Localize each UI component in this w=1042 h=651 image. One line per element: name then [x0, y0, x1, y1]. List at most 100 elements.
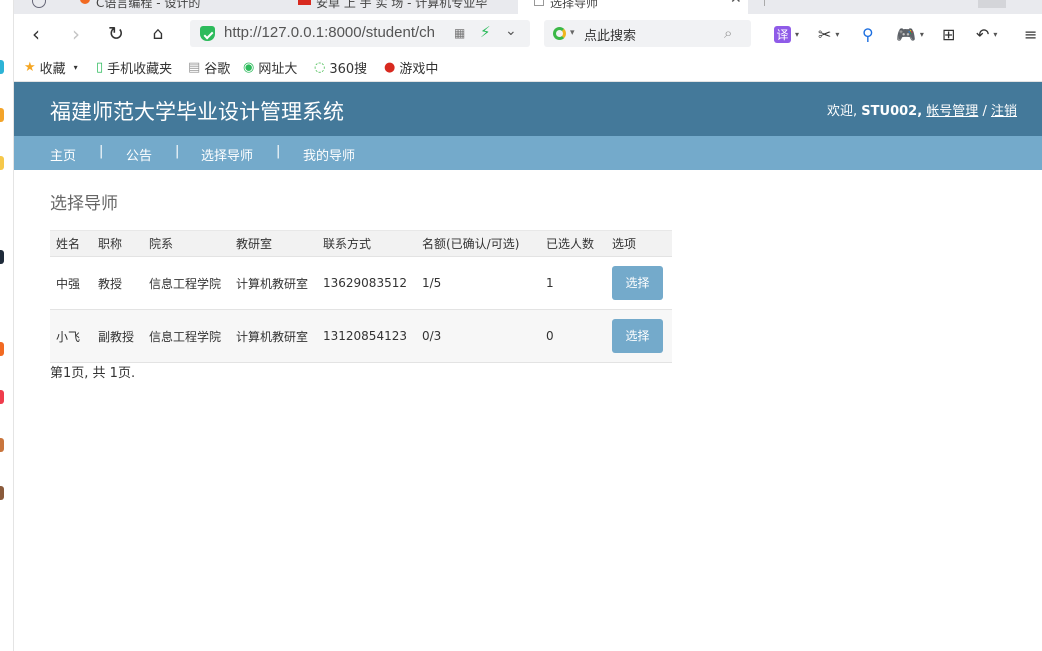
tutor-selected-count: 0 — [540, 309, 606, 363]
qr-code-icon[interactable]: ▦ — [454, 26, 465, 40]
menu-item-my-tutor[interactable]: 我的导师 — [303, 145, 355, 164]
column-header: 姓名 — [50, 230, 92, 257]
shield-icon — [200, 26, 215, 41]
side-app-icon[interactable] — [0, 60, 4, 74]
bookmark-label: 谷歌 — [204, 62, 231, 77]
side-app-icon[interactable] — [0, 486, 4, 500]
chevron-left-icon: ‹ — [32, 22, 40, 46]
select-tutor-button[interactable]: 选择 — [612, 266, 663, 300]
home-icon: ⌂ — [152, 24, 164, 44]
tutor-phone: 13629083512 — [317, 256, 416, 310]
url-input[interactable]: http://127.0.0.1:8000/student/ch — [224, 24, 438, 41]
menu-item-notice[interactable]: 公告 — [126, 145, 152, 164]
tab-label: 安卓 上 手 实 场 - 计算机专业毕 — [316, 0, 488, 10]
star-icon: ★ — [24, 60, 36, 75]
tutor-quota: 1/5 — [416, 256, 540, 310]
search-engine-logo-icon[interactable] — [553, 27, 566, 40]
column-header: 院系 — [143, 230, 230, 257]
side-app-icon[interactable] — [0, 156, 4, 170]
bookmark-games[interactable]: ● 游戏中 — [384, 58, 438, 77]
menu-button[interactable]: ≡ — [1024, 23, 1037, 45]
game-center-icon: ● — [384, 60, 396, 75]
main-menu: 主页 | 公告 | 选择导师 | 我的导师 — [14, 136, 1042, 170]
column-header: 选项 — [606, 230, 672, 257]
tutor-office: 计算机教研室 — [230, 256, 317, 310]
hamburger-icon: ≡ — [1024, 24, 1038, 44]
bookmark-sites[interactable]: ◉ 网址大 — [243, 58, 297, 77]
side-app-icon[interactable] — [0, 390, 4, 404]
bookmark-360[interactable]: ◌ 360搜 — [314, 58, 367, 77]
search-box[interactable]: ▾ 点此搜索 ⌕ — [544, 20, 751, 47]
forward-button[interactable]: › — [64, 22, 88, 46]
menu-item-home[interactable]: 主页 — [50, 145, 76, 164]
tab-label: C语言编程 - 设计的 — [96, 0, 201, 10]
browser-tab-active[interactable]: 选择导师 ✕ — [518, 0, 748, 14]
chevron-down-icon: ▾ — [835, 29, 840, 39]
account-link[interactable]: 帐号管理 — [926, 104, 978, 119]
tutor-selected-count: 1 — [540, 256, 606, 310]
chevron-down-icon[interactable]: ⌄ — [505, 23, 517, 39]
back-button[interactable]: ‹ — [24, 22, 48, 46]
select-tutor-button[interactable]: 选择 — [612, 319, 663, 353]
column-header: 已选人数 — [540, 230, 606, 257]
tutor-dept: 信息工程学院 — [143, 256, 230, 310]
side-app-icon[interactable] — [0, 342, 4, 356]
browser-side-strip — [0, 0, 14, 651]
chevron-down-icon: ▾ — [73, 63, 78, 72]
bookmark-mobile[interactable]: ▯ 手机收藏夹 — [96, 58, 172, 77]
link-separator: / — [982, 104, 987, 119]
find-button[interactable]: ⚲ — [862, 23, 874, 45]
reload-button[interactable]: ↻ — [104, 22, 128, 46]
apps-button[interactable]: ⊞ — [942, 23, 955, 45]
tutor-table: 姓名 职称 院系 教研室 联系方式 名额(已确认/可选) 已选人数 选项 中强 … — [50, 230, 672, 363]
tutor-title: 副教授 — [92, 309, 143, 363]
tutor-title: 教授 — [92, 256, 143, 310]
undo-button[interactable]: ↶ ▾ — [976, 23, 997, 45]
site-header: 福建师范大学毕业设计管理系统 欢迎, STU002, 帐号管理 / 注销 — [14, 82, 1042, 136]
menu-separator: | — [276, 144, 281, 159]
logout-link[interactable]: 注销 — [991, 104, 1017, 119]
chevron-right-icon: › — [72, 22, 80, 46]
grid-icon: ⊞ — [942, 24, 956, 44]
chevron-down-icon[interactable]: ▾ — [570, 28, 575, 38]
game-button[interactable]: 🎮 ▾ — [896, 23, 924, 45]
close-icon[interactable]: ✕ — [730, 0, 742, 6]
bookmark-label: 收藏 — [39, 62, 66, 77]
browser-toolbar: ‹ › ↻ ⌂ http://127.0.0.1:8000/student/ch… — [14, 14, 1042, 52]
screenshot-button[interactable]: ✂ ▾ — [818, 23, 839, 45]
column-header: 职称 — [92, 230, 143, 257]
search-input[interactable]: 点此搜索 — [584, 25, 636, 44]
column-header: 联系方式 — [317, 230, 416, 257]
address-bar[interactable]: http://127.0.0.1:8000/student/ch ▦ ⚡ ⌄ — [190, 20, 530, 47]
side-app-icon[interactable] — [0, 108, 4, 122]
bookmark-label: 网址大 — [258, 62, 298, 77]
side-app-icon[interactable] — [0, 250, 4, 264]
menu-item-choose-tutor[interactable]: 选择导师 — [201, 145, 253, 164]
welcome-text: 欢迎, — [827, 104, 858, 119]
pagination-text: 第1页, 共 1页. — [50, 366, 136, 381]
tutor-dept: 信息工程学院 — [143, 309, 230, 363]
magnifier-icon: ⚲ — [862, 24, 874, 44]
bookmark-favorites[interactable]: ★ 收藏 ▾ — [24, 58, 78, 77]
table-header-row: 姓名 职称 院系 教研室 联系方式 名额(已确认/可选) 已选人数 选项 — [50, 230, 672, 257]
translate-icon: 译 — [774, 25, 791, 43]
bookmark-google[interactable]: ▤ 谷歌 — [188, 58, 230, 77]
menu-separator: | — [99, 144, 104, 159]
search-icon[interactable]: ⌕ — [724, 24, 732, 42]
tab-favicon-icon — [534, 0, 544, 6]
translate-button[interactable]: 译 ▾ — [774, 23, 799, 45]
reload-icon: ↻ — [108, 23, 124, 45]
lightning-icon[interactable]: ⚡ — [480, 23, 491, 41]
tutor-office: 计算机教研室 — [230, 309, 317, 363]
tab-favicon-icon — [32, 0, 46, 8]
window-control[interactable] — [978, 0, 1006, 8]
browser-tab[interactable]: C语言编程 - 设计的 — [28, 0, 282, 14]
scissors-icon: ✂ — [818, 24, 832, 44]
menu-separator: | — [175, 144, 180, 159]
side-app-icon[interactable] — [0, 438, 4, 452]
bookmark-label: 手机收藏夹 — [107, 62, 173, 77]
home-button[interactable]: ⌂ — [146, 22, 170, 46]
browser-tab[interactable]: 安卓 上 手 实 场 - 计算机专业毕 — [284, 0, 516, 14]
page-icon: ▤ — [188, 60, 201, 75]
site-title: 福建师范大学毕业设计管理系统 — [50, 100, 344, 124]
